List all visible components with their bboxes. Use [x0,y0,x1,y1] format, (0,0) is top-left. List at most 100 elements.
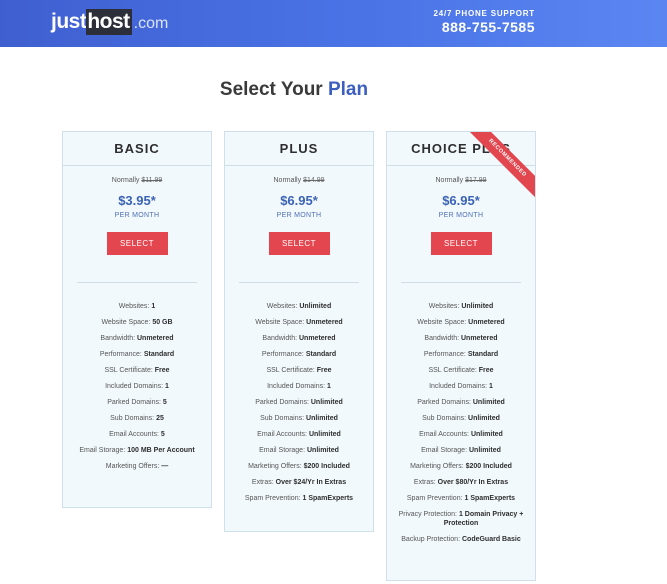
feature-item: Spam Prevention: 1 SpamExperts [233,494,365,503]
feature-value: Unmetered [299,335,336,342]
feature-label: Website Space: [255,319,305,326]
feature-value: Unlimited [461,303,494,310]
feature-label: Performance: [99,351,142,358]
feature-value: 1 SpamExperts [302,495,354,502]
feature-label: Marketing Offers: [248,463,302,470]
feature-item: Email Accounts: Unlimited [395,430,527,439]
feature-label: Extras: [413,479,436,486]
select-basic-button[interactable]: SELECT [106,232,168,255]
support-phone[interactable]: 888-755-7585 [433,19,535,36]
feature-item: Websites: Unlimited [395,302,527,311]
feature-value: Standard [143,351,175,358]
phone-support: 24/7 PHONE SUPPORT 888-755-7585 [433,9,535,36]
feature-value: Unlimited [306,447,339,454]
feature-value: 1 [151,303,156,310]
feature-label: Websites: [118,303,150,310]
feature-list: Websites: 1 Website Space: 50 GB Bandwidth… [63,302,211,471]
feature-value: 5 [160,431,165,438]
normally-price: $14.99 [303,177,325,184]
feature-item: Marketing Offers: $200 Included [233,462,365,471]
feature-item: Performance: Standard [395,350,527,359]
feature-item: Email Storage: 100 MB Per Account [71,446,203,455]
feature-value: 50 GB [152,319,173,326]
plan-card-choice-plus: CHOICE PLUS RECOMMENDED Normally $17.99 … [386,131,536,581]
feature-value: Unlimited [308,431,341,438]
logo-just: just [51,10,87,33]
feature-item: Privacy Protection: 1 Domain Privacy + P… [395,510,527,528]
feature-item: Marketing Offers: — [71,462,203,471]
divider [77,282,197,283]
feature-list: Websites: Unlimited Website Space: Unmete… [387,302,535,544]
feature-item: Email Accounts: Unlimited [233,430,365,439]
feature-item: Backup Protection: CodeGuard Basic [395,535,527,544]
normal-price: Normally $11.99 [63,177,211,184]
page-title: Select Your Plan [0,79,588,101]
feature-label: Parked Domains: [107,399,161,406]
feature-label: Spam Prevention: [406,495,463,502]
feature-label: Extras: [251,479,274,486]
feature-value: Free [478,367,494,374]
feature-value: 5 [162,399,167,406]
justhost-logo[interactable]: just host .com [51,9,168,35]
feature-item: Email Storage: Unlimited [395,446,527,455]
feature-value: 1 [165,383,169,390]
feature-value: Unlimited [472,399,505,406]
feature-value: Unmetered [468,319,505,326]
page-title-prefix: Select Your [219,79,328,100]
feature-value: Unlimited [299,303,332,310]
feature-item: Included Domains: 1 [233,382,365,391]
feature-label: Bandwidth: [424,335,460,342]
feature-item: Included Domains: 1 [71,382,203,391]
feature-value: Over $24/Yr In Extras [275,479,347,486]
feature-label: Performance: [261,351,304,358]
feature-item: Websites: 1 [71,302,203,311]
feature-label: SSL Certificate: [428,367,477,374]
price-period: PER MONTH [276,212,322,219]
feature-item: SSL Certificate: Free [395,366,527,375]
feature-value: 1 [489,383,493,390]
plan-name: BASIC [63,132,211,166]
feature-label: Privacy Protection: [398,511,457,518]
feature-label: Websites: [266,303,298,310]
feature-value: Unmetered [461,335,498,342]
feature-value: Standard [305,351,337,358]
feature-label: Marketing Offers: [410,463,464,470]
normally-label: Normally [435,177,464,184]
select-plus-button[interactable]: SELECT [268,232,330,255]
feature-value: Unlimited [468,447,501,454]
page-title-accent: Plan [327,79,369,100]
divider [239,282,359,283]
feature-value: 100 MB Per Account [127,447,195,454]
select-choice-plus-button[interactable]: SELECT [430,232,492,255]
feature-label: Parked Domains: [255,399,309,406]
feature-label: SSL Certificate: [266,367,315,374]
feature-label: SSL Certificate: [104,367,153,374]
feature-value: 1 [327,383,331,390]
price-period: PER MONTH [438,212,484,219]
feature-item: Extras: Over $80/Yr In Extras [395,478,527,487]
feature-item: SSL Certificate: Free [233,366,365,375]
feature-label: Email Storage: [259,447,306,454]
feature-label: Spam Prevention: [244,495,301,502]
feature-label: Website Space: [417,319,467,326]
logo-host: host [86,9,132,35]
feature-value: $200 Included [303,463,350,470]
feature-value: — [161,463,169,470]
normally-label: Normally [111,177,140,184]
feature-label: Performance: [423,351,466,358]
feature-label: Email Storage: [421,447,468,454]
divider [401,282,521,283]
feature-label: Email Accounts: [109,431,159,438]
feature-label: Backup Protection: [401,536,461,543]
feature-value: Unlimited [470,431,503,438]
feature-list: Websites: Unlimited Website Space: Unmete… [225,302,373,503]
support-label: 24/7 PHONE SUPPORT [433,9,535,18]
feature-item: Bandwidth: Unmetered [395,334,527,343]
feature-value: 25 [156,415,164,422]
feature-item: Website Space: 50 GB [71,318,203,327]
feature-label: Sub Domains: [422,415,467,422]
feature-label: Websites: [428,303,460,310]
feature-item: Marketing Offers: $200 Included [395,462,527,471]
top-header-bar: just host .com 24/7 PHONE SUPPORT 888-75… [0,0,667,47]
feature-label: Parked Domains: [417,399,471,406]
